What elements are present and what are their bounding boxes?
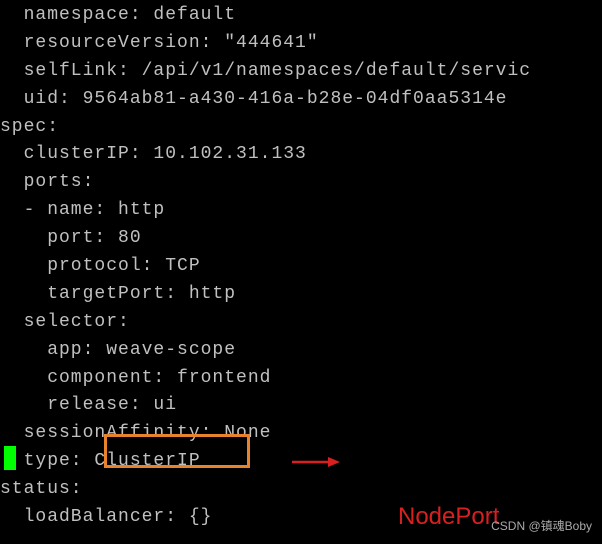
yaml-line: targetPort: http bbox=[0, 281, 602, 309]
yaml-line: spec: bbox=[0, 114, 602, 142]
yaml-line: selfLink: /api/v1/namespaces/default/ser… bbox=[0, 58, 602, 86]
arrow-icon bbox=[290, 450, 340, 481]
yaml-line: uid: 9564ab81-a430-416a-b28e-04df0aa5314… bbox=[0, 86, 602, 114]
yaml-line: ports: bbox=[0, 169, 602, 197]
yaml-line: app: weave-scope bbox=[0, 337, 602, 365]
yaml-line: resourceVersion: "444641" bbox=[0, 30, 602, 58]
yaml-line: selector: bbox=[0, 309, 602, 337]
terminal-cursor bbox=[4, 446, 16, 470]
yaml-line: sessionAffinity: None bbox=[0, 420, 602, 448]
yaml-line: clusterIP: 10.102.31.133 bbox=[0, 141, 602, 169]
yaml-line: release: ui bbox=[0, 392, 602, 420]
watermark-text: CSDN @镇魂Boby bbox=[491, 517, 592, 536]
nodeport-annotation: NodePort bbox=[398, 498, 499, 535]
yaml-line: - name: http bbox=[0, 197, 602, 225]
yaml-line: port: 80 bbox=[0, 225, 602, 253]
yaml-line: protocol: TCP bbox=[0, 253, 602, 281]
yaml-line: namespace: default bbox=[0, 2, 602, 30]
yaml-line: component: frontend bbox=[0, 365, 602, 393]
